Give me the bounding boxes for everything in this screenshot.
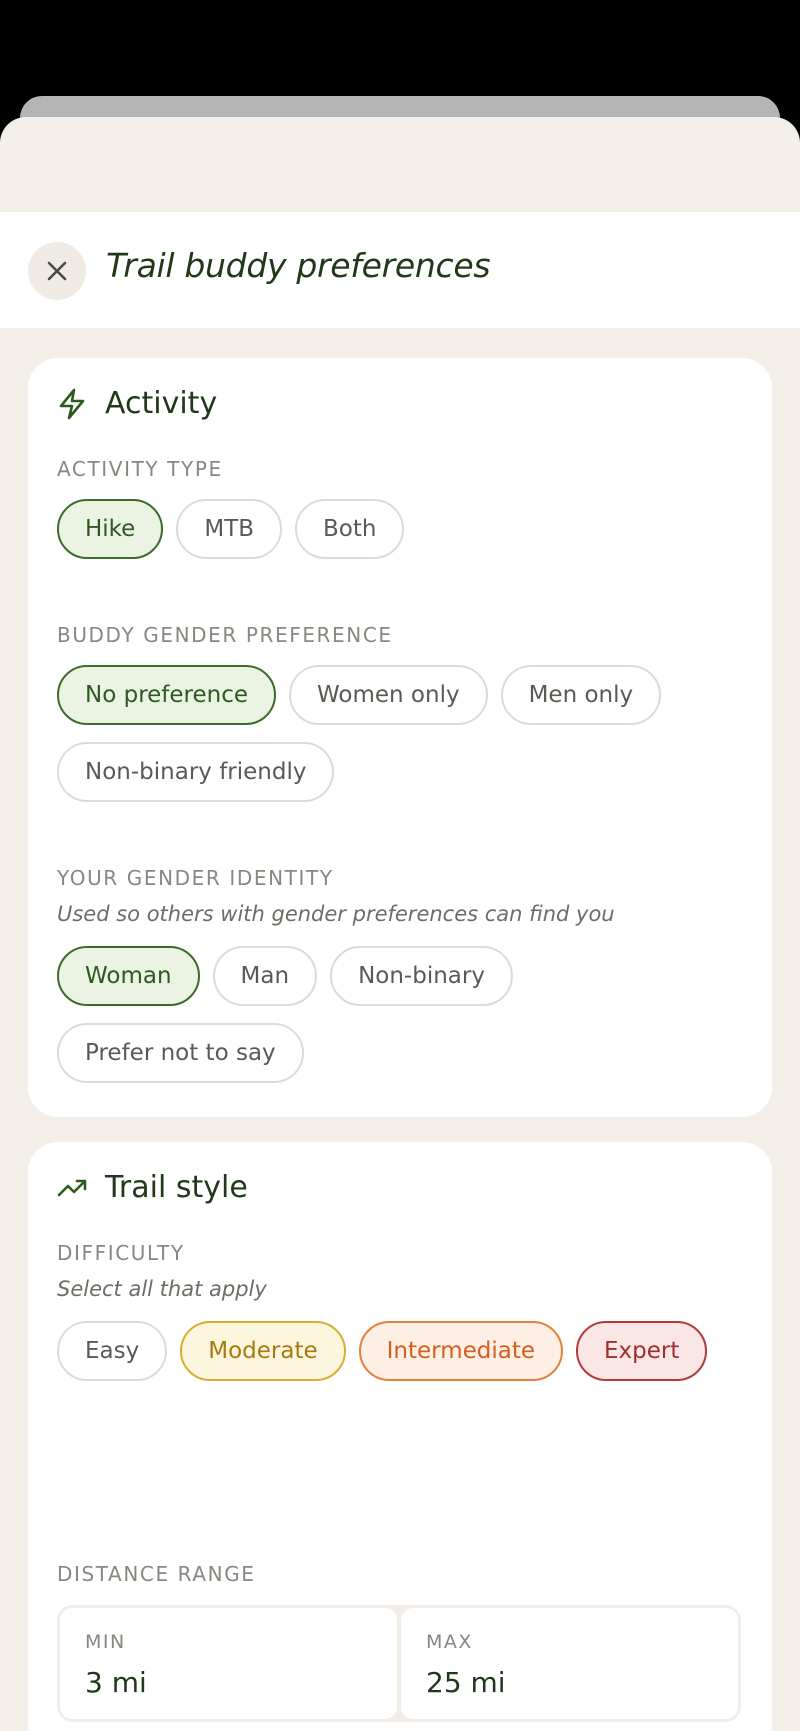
lightning-icon (57, 388, 89, 420)
sheet-header: Trail buddy preferences (0, 212, 800, 328)
chip-easy[interactable]: Easy (57, 1321, 168, 1381)
chip-prefer-not-to-say[interactable]: Prefer not to say (57, 1023, 304, 1083)
distance-range: MIN 3 mi MAX 25 mi (57, 1605, 741, 1722)
activity-heading: Activity (57, 386, 217, 421)
chip-moderate[interactable]: Moderate (180, 1321, 346, 1381)
trail-style-card: Trail style DIFFICULTY Select all that a… (28, 1142, 772, 1731)
chip-woman[interactable]: Woman (57, 946, 200, 1006)
activity-type-label: ACTIVITY TYPE (57, 457, 223, 481)
difficulty-label: DIFFICULTY (57, 1241, 185, 1265)
close-button[interactable] (28, 242, 86, 300)
your-gender-hint: Used so others with gender preferences c… (57, 902, 615, 926)
your-gender-options-row2: Prefer not to say (57, 1023, 304, 1083)
chip-intermediate[interactable]: Intermediate (358, 1321, 564, 1381)
trail-style-title: Trail style (105, 1170, 248, 1205)
activity-type-options: Hike MTB Both (57, 499, 405, 559)
buddy-gender-options: No preference Women only Men only (57, 665, 662, 725)
your-gender-label: YOUR GENDER IDENTITY (57, 866, 334, 890)
difficulty-options: Easy Moderate Intermediate Expert (57, 1321, 708, 1381)
max-label: MAX (426, 1631, 473, 1653)
chip-expert[interactable]: Expert (576, 1321, 708, 1381)
chip-non-binary-friendly[interactable]: Non-binary friendly (57, 742, 335, 802)
preferences-sheet: Trail buddy preferences Activity ACTIVIT… (0, 117, 800, 1731)
trail-style-heading: Trail style (57, 1170, 248, 1205)
chip-man[interactable]: Man (212, 946, 318, 1006)
page-title: Trail buddy preferences (106, 246, 491, 285)
chip-mtb[interactable]: MTB (176, 499, 283, 559)
min-value: 3 mi (85, 1666, 147, 1699)
activity-title: Activity (105, 386, 218, 421)
distance-max-field[interactable]: MAX 25 mi (401, 1608, 738, 1719)
chip-men-only[interactable]: Men only (500, 665, 662, 725)
close-icon (47, 261, 67, 281)
trending-up-icon (57, 1172, 89, 1204)
max-value: 25 mi (426, 1666, 506, 1699)
activity-card: Activity ACTIVITY TYPE Hike MTB Both BUD… (28, 358, 772, 1117)
chip-women-only[interactable]: Women only (289, 665, 488, 725)
chip-both[interactable]: Both (295, 499, 405, 559)
buddy-gender-options-row2: Non-binary friendly (57, 742, 335, 802)
difficulty-hint: Select all that apply (57, 1277, 267, 1301)
chip-non-binary[interactable]: Non-binary (330, 946, 513, 1006)
chip-no-preference[interactable]: No preference (57, 665, 277, 725)
min-label: MIN (85, 1631, 126, 1653)
distance-range-label: DISTANCE RANGE (57, 1562, 256, 1586)
your-gender-options: Woman Man Non-binary (57, 946, 513, 1006)
chip-hike[interactable]: Hike (57, 499, 164, 559)
buddy-gender-label: BUDDY GENDER PREFERENCE (57, 623, 393, 647)
distance-min-field[interactable]: MIN 3 mi (60, 1608, 397, 1719)
